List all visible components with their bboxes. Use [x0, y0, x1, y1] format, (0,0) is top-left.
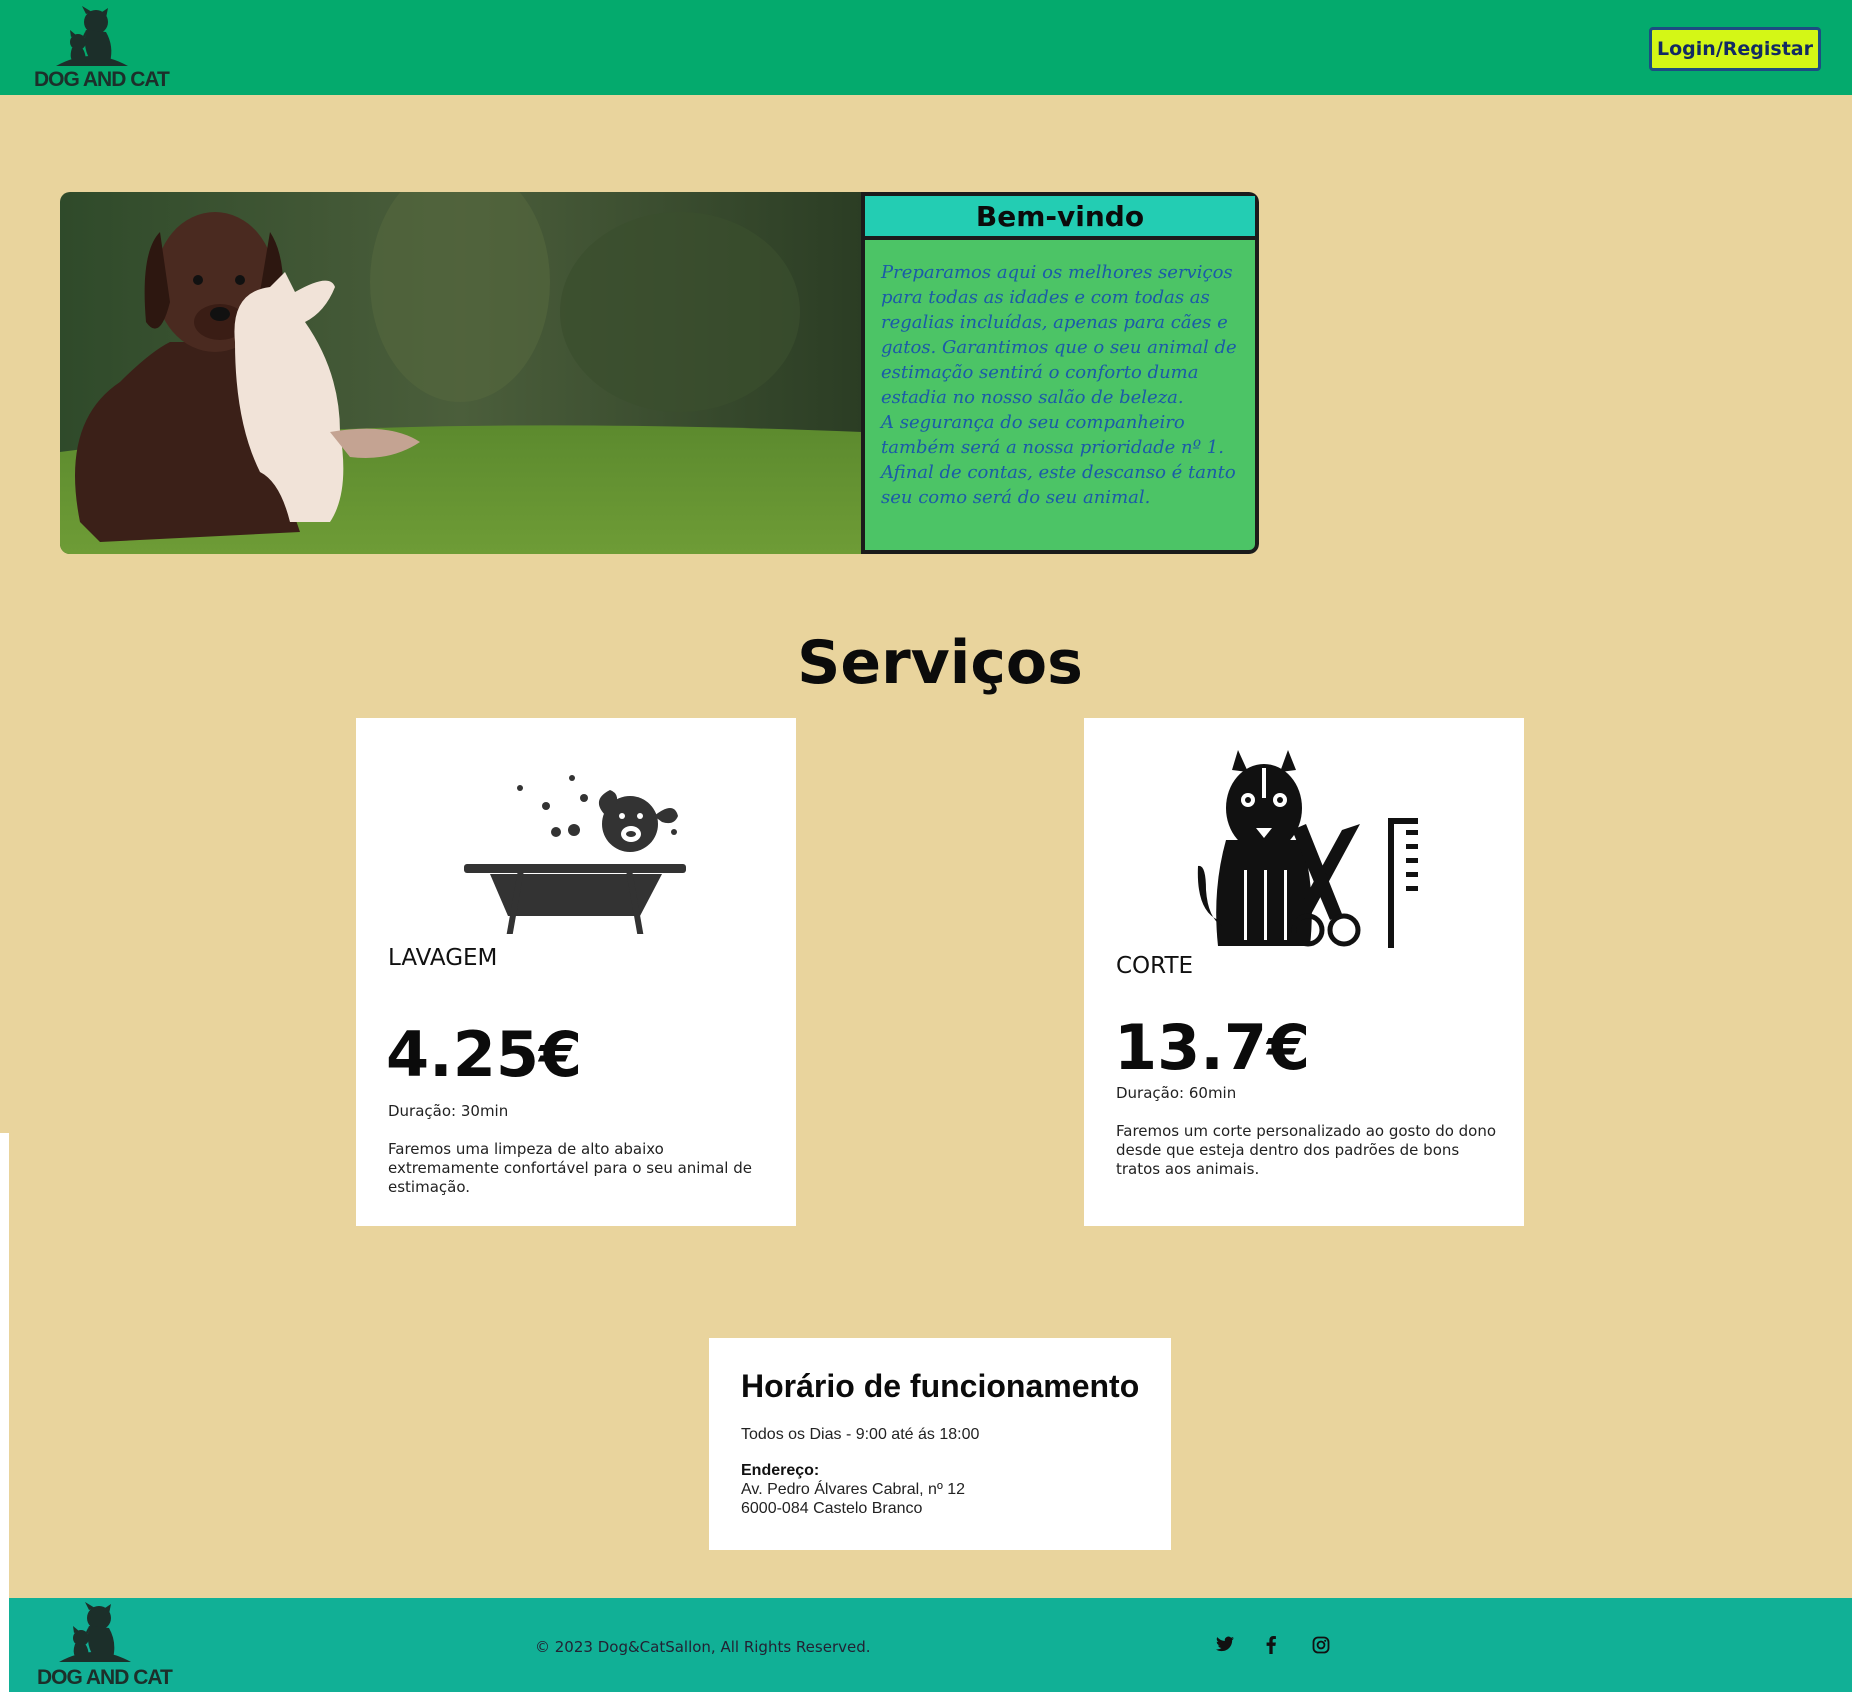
left-edge-strip — [0, 1133, 9, 1692]
welcome-title: Bem-vindo — [865, 196, 1255, 240]
welcome-hero: Bem-vindo Preparamos aqui os melhores se… — [60, 192, 1259, 554]
services-title: Serviços — [797, 628, 1083, 698]
copyright-text: © 2023 Dog&CatSallon, All Rights Reserve… — [535, 1638, 871, 1656]
address-label: Endereço: — [741, 1462, 820, 1479]
service-price: 13.7€ — [1114, 1011, 1311, 1084]
site-header: DOG AND CAT Login/Registar — [0, 0, 1852, 95]
dog-grooming-icon — [1197, 750, 1418, 948]
dog-cat-logo-icon — [59, 1602, 131, 1662]
service-duration: Duração: 30min — [388, 1102, 509, 1120]
service-description: Faremos uma limpeza de alto abaixo extre… — [388, 1140, 752, 1196]
welcome-panel: Bem-vindo Preparamos aqui os melhores se… — [861, 192, 1259, 554]
service-name: CORTE — [1116, 953, 1194, 979]
site-footer: DOG AND CAT © 2023 Dog&CatSallon, All Ri… — [9, 1598, 1852, 1692]
service-card-corte[interactable]: CORTE 13.7€ Duração: 60min Faremos um co… — [1084, 718, 1524, 1226]
service-card-lavagem[interactable]: LAVAGEM 4.25€ Duração: 30min Faremos uma… — [356, 718, 796, 1226]
dog-and-cat-photo — [60, 192, 862, 554]
dog-cat-logo-icon — [56, 6, 128, 66]
hours-schedule: Todos os Dias - 9:00 até ás 18:00 — [741, 1426, 980, 1443]
twitter-icon[interactable] — [1216, 1636, 1236, 1656]
dog-bath-icon — [464, 775, 686, 934]
instagram-icon[interactable] — [1312, 1636, 1332, 1656]
address-city: 6000-084 Castelo Branco — [741, 1500, 923, 1517]
service-name: LAVAGEM — [388, 945, 498, 971]
service-price: 4.25€ — [386, 1018, 583, 1091]
login-register-button[interactable]: Login/Registar — [1649, 27, 1821, 71]
logo-text: DOG AND CAT — [37, 1666, 173, 1689]
hours-title: Horário de funcionamento — [741, 1368, 1140, 1404]
service-description: Faremos um corte personalizado ao gosto … — [1116, 1122, 1497, 1178]
logo-text: DOG AND CAT — [34, 68, 170, 91]
facebook-icon[interactable] — [1265, 1636, 1285, 1656]
service-duration: Duração: 60min — [1116, 1084, 1237, 1102]
footer-logo[interactable]: DOG AND CAT — [37, 1602, 173, 1689]
opening-hours-card: Horário de funcionamento Todos os Dias -… — [709, 1338, 1171, 1550]
address-street: Av. Pedro Álvares Cabral, nº 12 — [741, 1481, 966, 1498]
brand-logo[interactable]: DOG AND CAT — [34, 6, 170, 92]
welcome-text: Preparamos aqui os melhores serviços par… — [881, 262, 1237, 508]
